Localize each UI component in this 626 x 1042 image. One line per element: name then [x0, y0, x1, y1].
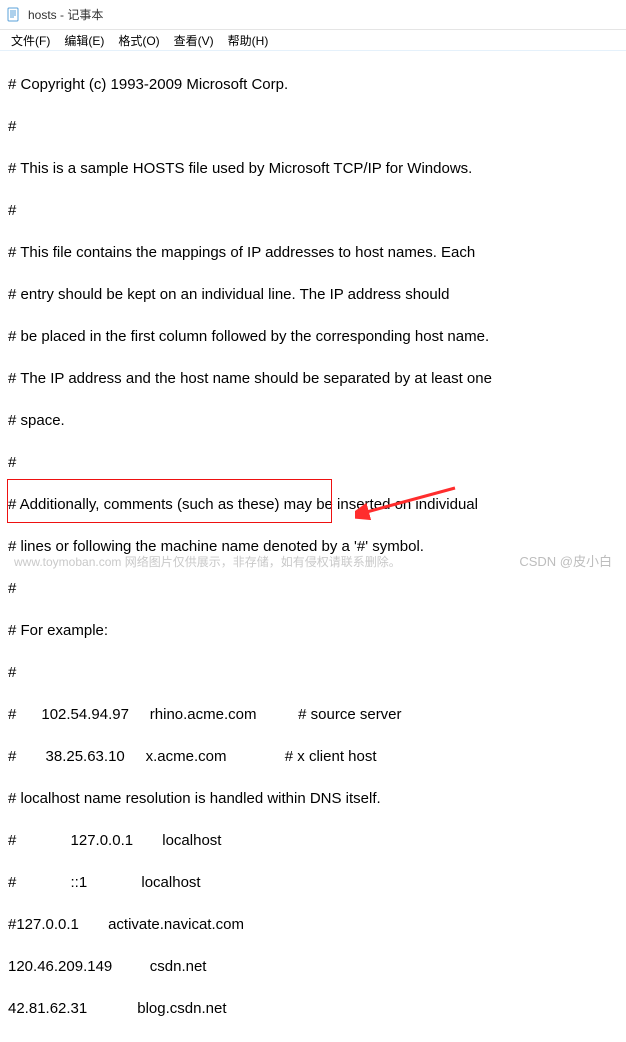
watermark-right: CSDN @皮小白 — [519, 551, 612, 570]
text-line: # The IP address and the host name shoul… — [8, 368, 618, 389]
text-line: #127.0.0.1 activate.navicat.com — [8, 914, 618, 935]
text-line: # 38.25.63.10 x.acme.com # x client host — [8, 746, 618, 767]
text-line: # entry should be kept on an individual … — [8, 284, 618, 305]
text-line: # 102.54.94.97 rhino.acme.com # source s… — [8, 704, 618, 725]
menu-edit[interactable]: 编辑(E) — [57, 30, 111, 51]
text-line: # For example: — [8, 620, 618, 641]
text-line: # 127.0.0.1 localhost — [8, 830, 618, 851]
text-line: # localhost name resolution is handled w… — [8, 788, 618, 809]
menu-file[interactable]: 文件(F) — [4, 30, 57, 51]
menu-view[interactable]: 查看(V) — [167, 30, 221, 51]
text-line: 42.81.62.31 blog.csdn.net — [8, 998, 618, 1019]
text-line: 120.46.209.149 csdn.net — [8, 956, 618, 977]
text-line: # This is a sample HOSTS file used by Mi… — [8, 158, 618, 179]
notepad-app-icon — [6, 7, 22, 23]
text-line: # be placed in the first column followed… — [8, 326, 618, 347]
window-titlebar: hosts - 记事本 — [0, 0, 626, 30]
text-line: # — [8, 200, 618, 221]
text-line: # ::1 localhost — [8, 872, 618, 893]
text-line: # — [8, 578, 618, 599]
menu-help[interactable]: 帮助(H) — [221, 30, 276, 51]
text-line: # — [8, 116, 618, 137]
text-line: # This file contains the mappings of IP … — [8, 242, 618, 263]
text-line: # — [8, 662, 618, 683]
menu-format[interactable]: 格式(O) — [111, 30, 166, 51]
text-line: # space. — [8, 410, 618, 431]
window-title: hosts - 记事本 — [28, 6, 103, 23]
menu-bar: 文件(F) 编辑(E) 格式(O) 查看(V) 帮助(H) — [0, 30, 626, 51]
watermark-left: www.toymoban.com 网络图片仅供展示，非存储，如有侵权请联系删除。 — [14, 553, 401, 570]
text-editor-area[interactable]: # Copyright (c) 1993-2009 Microsoft Corp… — [0, 51, 626, 1042]
text-line: # Additionally, comments (such as these)… — [8, 494, 618, 515]
text-line: # — [8, 452, 618, 473]
text-line: # Copyright (c) 1993-2009 Microsoft Corp… — [8, 74, 618, 95]
